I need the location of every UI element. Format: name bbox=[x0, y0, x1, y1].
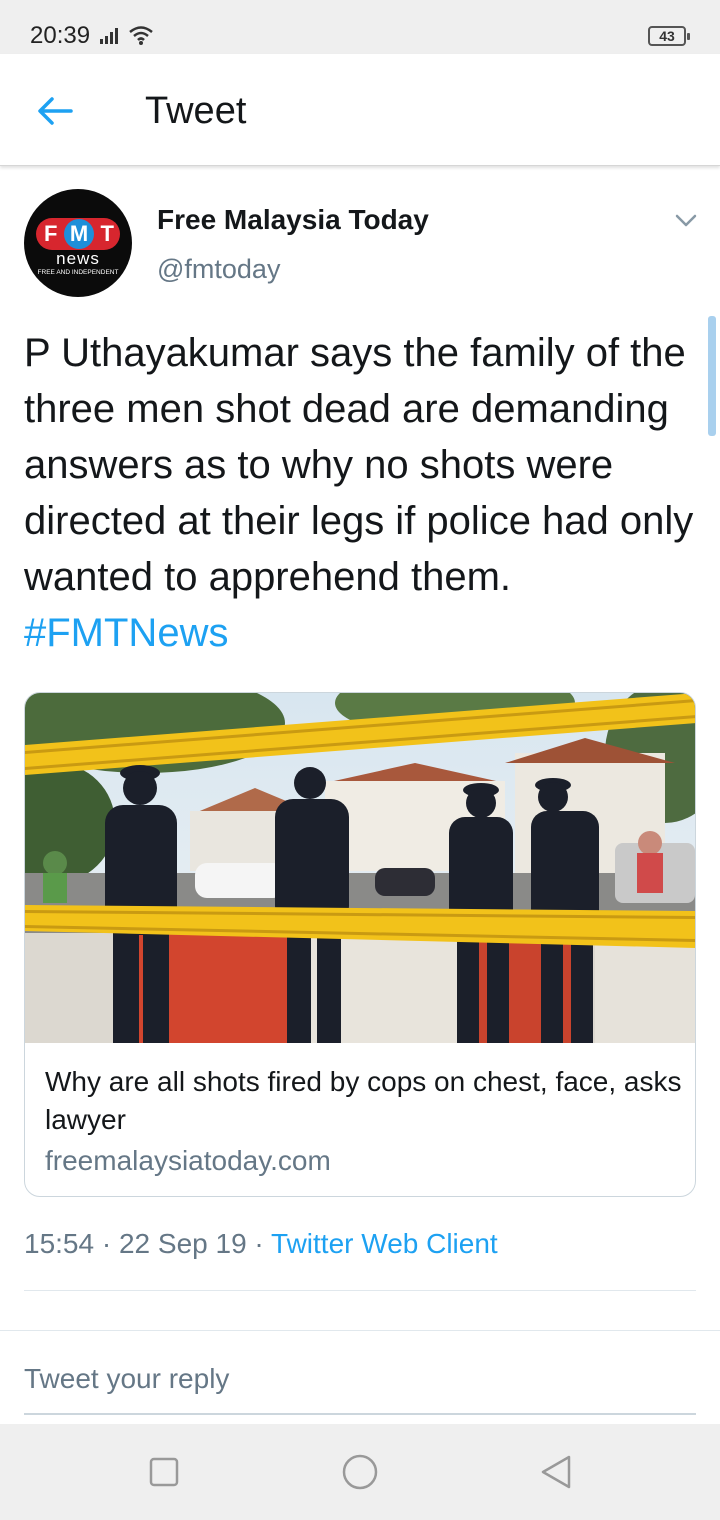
back-button[interactable] bbox=[32, 88, 78, 134]
tweet-meta: 15:54 · 22 Sep 19 · Twitter Web Client bbox=[24, 1228, 498, 1260]
logo-letter-f: F bbox=[44, 221, 58, 246]
tweet-date: 22 Sep 19 bbox=[118, 1228, 247, 1259]
logo-letter-t: T bbox=[100, 221, 114, 246]
reply-bar: Tweet your reply bbox=[0, 1330, 720, 1424]
triangle-back-icon bbox=[541, 1455, 571, 1489]
meta-separator: · bbox=[101, 1228, 112, 1259]
battery-icon: 43 bbox=[648, 26, 690, 46]
client-link[interactable]: Twitter Web Client bbox=[271, 1228, 498, 1259]
author-name[interactable]: Free Malaysia Today bbox=[157, 204, 429, 236]
reply-input[interactable]: Tweet your reply bbox=[24, 1363, 229, 1395]
chevron-down-icon[interactable] bbox=[672, 206, 700, 234]
police-tape-photo bbox=[25, 693, 695, 1043]
logo-letter-m-circle: M bbox=[64, 219, 94, 249]
status-bar: 20:39 43 bbox=[0, 0, 720, 54]
divider bbox=[24, 1290, 696, 1291]
tweet-text: P Uthayakumar says the family of the thr… bbox=[24, 325, 696, 661]
page-title: Tweet bbox=[145, 90, 247, 132]
card-title: Why are all shots fired by cops on chest… bbox=[45, 1066, 682, 1135]
meta-separator: · bbox=[254, 1228, 264, 1259]
home-button[interactable] bbox=[340, 1452, 380, 1492]
app-bar: Tweet bbox=[0, 54, 720, 166]
logo-tagline: FREE AND INDEPENDENT bbox=[37, 269, 119, 276]
back-nav-button[interactable] bbox=[536, 1452, 576, 1492]
hashtag-link[interactable]: #FMTNews bbox=[24, 611, 228, 655]
logo-letter-m: M bbox=[69, 221, 89, 246]
avatar[interactable]: F M T news FREE AND INDEPENDENT bbox=[24, 189, 132, 297]
tweet-time: 15:54 bbox=[24, 1228, 95, 1259]
recent-apps-button[interactable] bbox=[144, 1452, 184, 1492]
tweet-body: P Uthayakumar says the family of the thr… bbox=[24, 331, 694, 599]
scrollbar[interactable] bbox=[708, 316, 716, 436]
square-icon bbox=[149, 1457, 179, 1487]
signal-icon bbox=[100, 28, 118, 44]
reply-underline bbox=[24, 1413, 696, 1415]
logo-word: news bbox=[56, 249, 100, 268]
fmt-logo: F M T bbox=[36, 218, 120, 250]
link-card[interactable]: Why are all shots fired by cops on chest… bbox=[24, 692, 696, 1197]
circle-icon bbox=[342, 1454, 378, 1490]
status-time: 20:39 bbox=[30, 22, 91, 49]
navigation-bar bbox=[0, 1424, 720, 1520]
arrow-left-icon bbox=[38, 97, 73, 125]
author-handle[interactable]: @fmtoday bbox=[157, 254, 280, 285]
wifi-icon bbox=[129, 26, 153, 45]
card-domain: freemalaysiatoday.com bbox=[45, 1145, 331, 1176]
